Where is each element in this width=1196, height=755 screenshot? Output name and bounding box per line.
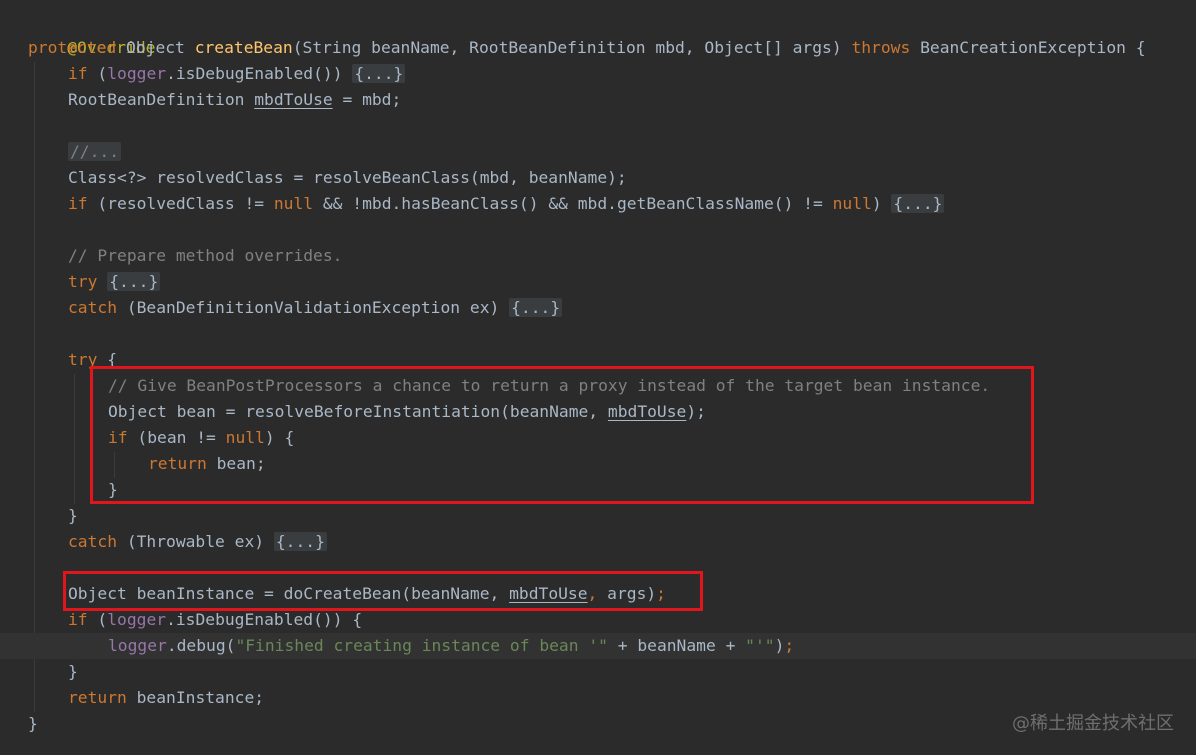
code-line[interactable]: } (68, 503, 78, 529)
logger-field: logger (107, 610, 167, 629)
code-line[interactable]: // Prepare method overrides. (68, 243, 342, 269)
code-line[interactable]: if (logger.isDebugEnabled()) {...} (68, 61, 406, 87)
keyword-throws: throws (851, 38, 911, 57)
folded-block[interactable]: {...} (891, 194, 945, 213)
string-literal: "Finished creating instance of bean '" (235, 636, 608, 655)
indent-guide (74, 374, 75, 504)
code-line[interactable]: catch (Throwable ex) {...} (68, 529, 327, 555)
logger-field: logger (108, 636, 167, 655)
folded-block[interactable]: {...} (273, 532, 327, 551)
keyword-protected: protected (28, 38, 117, 57)
code-line[interactable]: return beanInstance; (68, 685, 264, 711)
folded-block[interactable]: {...} (352, 64, 406, 83)
highlight-box-do-create-bean (63, 571, 703, 611)
code-line[interactable]: if (resolvedClass != null && !mbd.hasBea… (68, 191, 945, 217)
code-line[interactable]: Class<?> resolvedClass = resolveBeanClas… (68, 165, 627, 191)
string-literal: "'" (745, 636, 775, 655)
watermark: @稀土掘金技术社区 (1012, 713, 1174, 734)
code-line[interactable]: } (68, 659, 78, 685)
comment: // Prepare method overrides. (68, 246, 343, 265)
code-line[interactable]: try {...} (68, 269, 161, 295)
code-line[interactable]: //... (68, 139, 122, 165)
indent-guide (34, 62, 35, 712)
code-line[interactable]: } (28, 711, 38, 737)
folded-comment[interactable]: //... (68, 142, 122, 161)
folded-block[interactable]: {...} (509, 298, 563, 317)
return-type: Object (126, 38, 185, 57)
code-line[interactable]: @Override (28, 9, 155, 57)
logger-field: logger (107, 64, 167, 83)
code-line[interactable]: protected Object createBean(String beanN… (28, 35, 1146, 61)
variable-mbdToUse: mbdToUse (254, 90, 333, 109)
folded-block[interactable]: {...} (107, 272, 161, 291)
highlight-box-resolve-before-instantiation (90, 366, 1034, 504)
current-line[interactable]: logger.debug("Finished creating instance… (0, 633, 1196, 659)
code-line[interactable]: RootBeanDefinition mbdToUse = mbd; (68, 87, 401, 113)
method-name: createBean (194, 38, 293, 57)
code-editor[interactable]: @Override protected Object createBean(St… (0, 0, 1196, 755)
method-params: (String beanName, RootBeanDefinition mbd… (292, 38, 842, 57)
code-line[interactable]: catch (BeanDefinitionValidationException… (68, 295, 563, 321)
exception-type: BeanCreationException { (920, 38, 1146, 57)
